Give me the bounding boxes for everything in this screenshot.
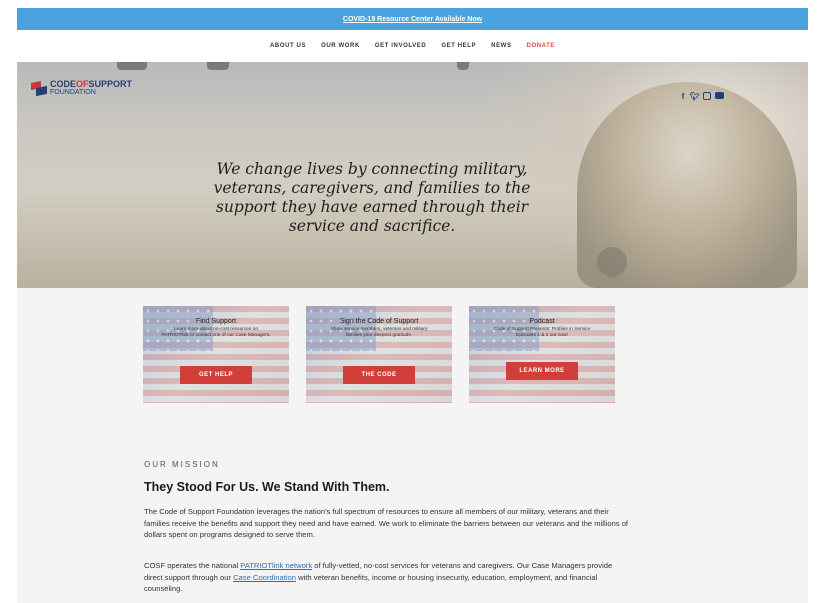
mission-paragraph-1: The Code of Support Foundation leverages…: [144, 507, 629, 539]
card-title: Podcast: [529, 318, 555, 325]
hero-banner: CODEOFSUPPORT FOUNDATION f 🐦︎ We change …: [17, 62, 808, 288]
nav-get-involved[interactable]: GET INVOLVED: [375, 43, 426, 49]
hero-uniform-patch: [597, 247, 627, 277]
announcement-bar: COVID-19 Resource Center Available Now: [17, 8, 808, 30]
card-podcast: Podcast Code of Support Presents: Profil…: [469, 306, 615, 403]
card-title: Find Support: [195, 318, 237, 325]
hero-background-detail: [207, 62, 229, 70]
youtube-icon[interactable]: [715, 92, 724, 99]
instagram-icon[interactable]: [703, 92, 711, 100]
hero-background-detail: [117, 62, 147, 70]
card-find-support: Find Support Learn more about no-cost re…: [143, 306, 289, 403]
covid-resource-link[interactable]: COVID-19 Resource Center Available Now: [343, 16, 482, 23]
twitter-icon[interactable]: 🐦︎: [690, 92, 700, 101]
flag-logo-icon: [31, 80, 47, 96]
card-description: Learn more about no-cost resources on PA…: [161, 327, 271, 339]
main-nav: ABOUT US OUR WORK GET INVOLVED GET HELP …: [17, 30, 808, 62]
nav-get-help[interactable]: GET HELP: [441, 43, 476, 49]
nav-donate[interactable]: DONATE: [527, 43, 556, 49]
facebook-icon[interactable]: f: [679, 92, 687, 101]
nav-our-work[interactable]: OUR WORK: [321, 43, 360, 49]
card-title: Sign the Code of Support: [339, 318, 419, 325]
mission-text: COSF operates the national: [144, 561, 241, 570]
mission-paragraph-2: COSF operates the national PATRIOTlink n…: [144, 560, 629, 595]
logo-text-foundation: FOUNDATION: [50, 89, 96, 96]
nav-about-us[interactable]: ABOUT US: [270, 43, 306, 49]
logo-text-support: SUPPORT: [88, 79, 133, 89]
site-logo[interactable]: CODEOFSUPPORT FOUNDATION: [31, 80, 132, 96]
logo-text-code: CODE: [50, 79, 77, 89]
get-help-button[interactable]: GET HELP: [180, 366, 252, 384]
learn-more-button[interactable]: LEARN MORE: [506, 362, 578, 380]
card-description: Show service members, veterans and milit…: [330, 327, 428, 339]
case-coordination-link[interactable]: Case Coordination: [233, 573, 296, 582]
action-cards: Find Support Learn more about no-cost re…: [143, 306, 617, 403]
the-code-button[interactable]: THE CODE: [343, 366, 415, 384]
mission-label: OUR MISSION: [144, 460, 220, 469]
card-sign-code: Sign the Code of Support Show service me…: [306, 306, 452, 403]
hero-tagline: We change lives by connecting military, …: [213, 160, 531, 235]
hero-background-detail: [457, 62, 469, 70]
logo-text-of: OF: [76, 79, 89, 89]
social-links: f 🐦︎: [679, 92, 724, 101]
nav-news[interactable]: NEWS: [491, 43, 511, 49]
page-frame: COVID-19 Resource Center Available Now A…: [17, 8, 808, 603]
patriotlink-link[interactable]: PATRIOTlink network: [240, 561, 312, 570]
card-description: Code of Support Presents: Profiles in Se…: [493, 327, 591, 339]
mission-heading: They Stood For Us. We Stand With Them.: [144, 480, 390, 494]
